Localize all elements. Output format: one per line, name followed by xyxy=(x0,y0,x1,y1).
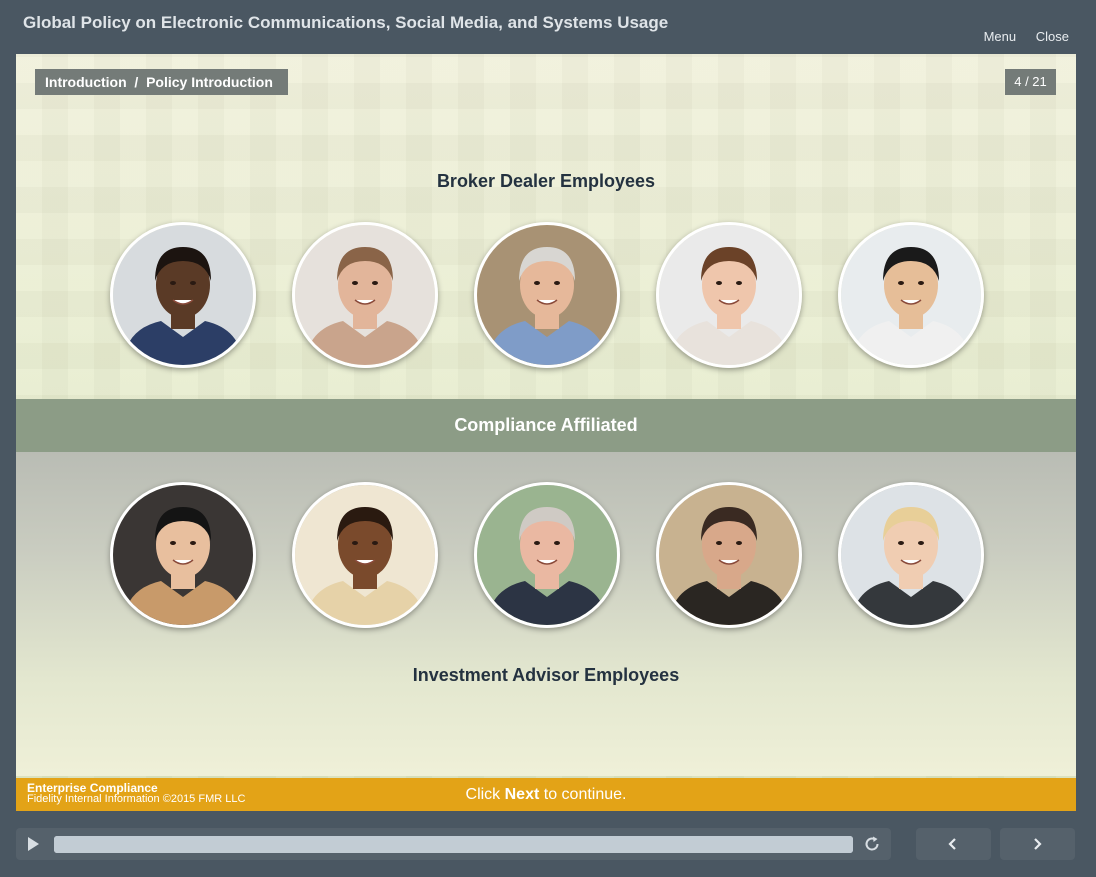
investment-advisor-avatar-3 xyxy=(474,482,620,628)
top-group-label: Broker Dealer Employees xyxy=(436,171,656,191)
close-button[interactable]: Close xyxy=(1036,29,1069,44)
prompt-next: Next xyxy=(504,786,540,803)
breadcrumb: Introduction / Policy Introduction xyxy=(35,69,288,95)
compliance-affiliated-bar: Compliance Affiliated xyxy=(16,399,1076,452)
broker-dealer-avatar-5 xyxy=(838,222,984,368)
investment-advisor-avatar-5 xyxy=(838,482,984,628)
menu-button[interactable]: Menu xyxy=(984,29,1017,44)
progress-bar[interactable] xyxy=(54,836,853,853)
progress-fill xyxy=(54,836,853,853)
next-button[interactable] xyxy=(1000,828,1075,860)
title-bar: Global Policy on Electronic Communicatio… xyxy=(0,0,1096,54)
footer-bar: Enterprise Compliance Fidelity Internal … xyxy=(16,778,1076,811)
prev-button[interactable] xyxy=(916,828,991,860)
broker-dealer-avatar-1 xyxy=(110,222,256,368)
investment-advisor-avatar-1 xyxy=(110,482,256,628)
slide-counter: 4 / 21 xyxy=(1005,69,1056,95)
investment-advisor-avatar-2 xyxy=(292,482,438,628)
chevron-left-icon xyxy=(948,838,956,850)
prompt-suffix: to continue. xyxy=(539,786,627,803)
continue-prompt: Click Next to continue. xyxy=(16,786,1076,804)
course-title: Global Policy on Electronic Communicatio… xyxy=(23,13,669,32)
slide-stage: Introduction / Policy Introduction 4 / 2… xyxy=(16,54,1076,811)
bottom-group-label: Investment Advisor Employees xyxy=(412,665,680,685)
player-controls xyxy=(16,828,891,860)
top-nav: Menu Close xyxy=(968,29,1069,44)
broker-dealer-avatar-3 xyxy=(474,222,620,368)
investment-advisor-avatar-4 xyxy=(656,482,802,628)
broker-dealer-avatar-2 xyxy=(292,222,438,368)
prompt-prefix: Click xyxy=(465,786,505,803)
broker-dealer-avatar-4 xyxy=(656,222,802,368)
replay-icon[interactable] xyxy=(863,835,881,853)
chevron-right-icon xyxy=(1034,838,1042,850)
play-icon[interactable] xyxy=(25,836,41,852)
